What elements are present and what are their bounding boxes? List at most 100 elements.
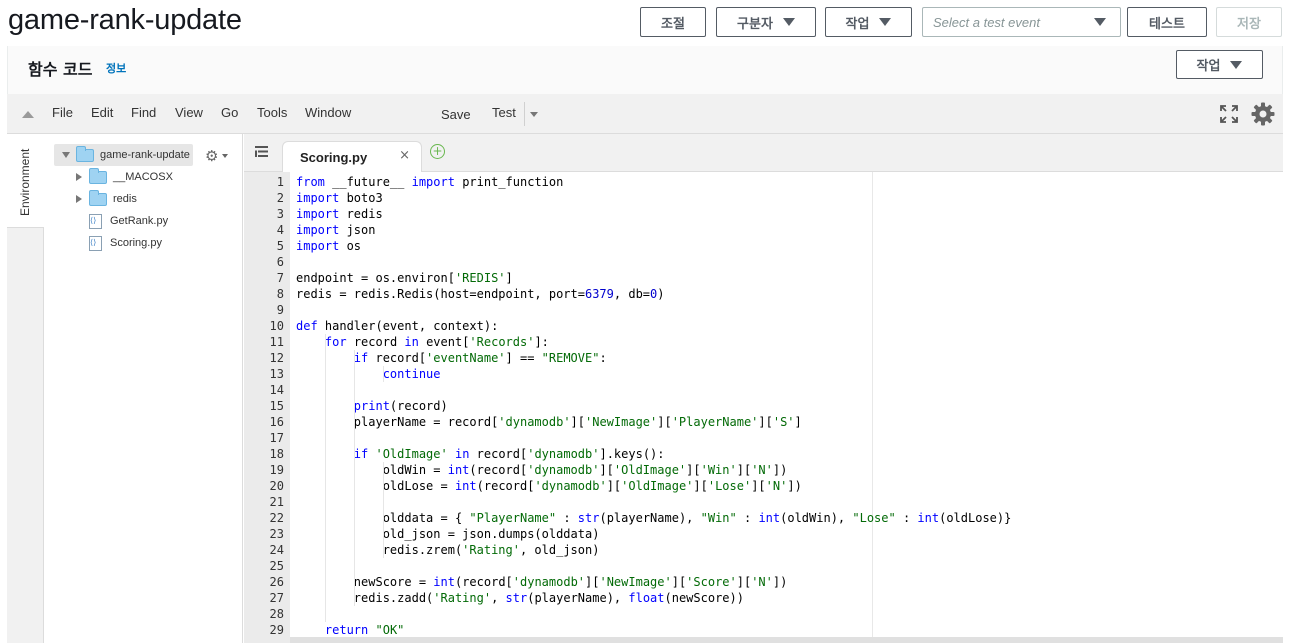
qualifiers-dropdown[interactable]: 구분자 xyxy=(716,7,816,37)
line-number: 28 xyxy=(269,607,284,621)
folder-icon xyxy=(76,145,94,162)
collapsed-arrow-icon[interactable] xyxy=(76,173,82,181)
menu-find[interactable]: Find xyxy=(131,105,156,120)
qualifiers-label: 구분자 xyxy=(737,16,773,32)
code-line[interactable]: continue xyxy=(296,366,441,382)
page-header: game-rank-update 조절 구분자 작업 Select a test… xyxy=(0,0,1289,46)
line-number-gutter: 1 2 3 4 5 6 7 8 9 10 11 12 13 14 15 16 17 18 19 20 21 22 23 24 2… xyxy=(244,172,290,643)
menu-view[interactable]: View xyxy=(175,105,203,120)
line-number: 12 xyxy=(269,351,284,365)
menu-go[interactable]: Go xyxy=(221,105,238,120)
line-number: 6 xyxy=(276,255,284,269)
code-line[interactable]: redis.zadd('Rating', str(playerName), fl… xyxy=(296,590,744,606)
menu-save[interactable]: Save xyxy=(441,107,471,122)
line-number: 7 xyxy=(276,271,284,285)
line-number: 18 xyxy=(269,447,284,461)
tree-item-label: game-rank-update xyxy=(100,149,190,161)
line-number: 13 xyxy=(269,367,284,381)
throttle-button-label: 조절 xyxy=(661,16,685,32)
code-line[interactable]: endpoint = os.environ['REDIS'] xyxy=(296,270,513,286)
menu-tools[interactable]: Tools xyxy=(257,105,287,120)
tree-item-redis[interactable]: redis xyxy=(76,188,137,210)
line-number: 24 xyxy=(269,543,284,557)
tree-item-root[interactable]: game-rank-update xyxy=(62,144,190,166)
code-line[interactable]: import json xyxy=(296,222,375,238)
tab-list-icon[interactable] xyxy=(255,146,268,157)
test-button-label: 테스트 xyxy=(1149,16,1185,32)
code-line[interactable]: import redis xyxy=(296,206,383,222)
line-number: 20 xyxy=(269,479,284,493)
line-number: 4 xyxy=(276,223,284,237)
test-button[interactable]: 테스트 xyxy=(1127,7,1207,37)
expanded-arrow-icon[interactable] xyxy=(62,152,70,158)
editor-tab-scoring[interactable]: Scoring.py × xyxy=(282,141,422,172)
test-options-caret-icon[interactable] xyxy=(530,112,538,117)
save-button[interactable]: 저장 xyxy=(1216,7,1282,37)
line-number: 29 xyxy=(269,623,284,637)
collapsed-arrow-icon[interactable] xyxy=(76,195,82,203)
line-number: 22 xyxy=(269,511,284,525)
function-code-section: 함수 코드 정보 작업 xyxy=(7,46,1283,94)
actions-label: 작업 xyxy=(845,16,870,32)
line-number: 27 xyxy=(269,591,284,605)
tree-item-getrank[interactable]: GetRank.py xyxy=(89,210,168,232)
code-editor[interactable]: 1 2 3 4 5 6 7 8 9 10 11 12 13 14 15 16 17 18 19 20 21 22 23 24 2… xyxy=(244,172,1283,643)
code-line[interactable]: def handler(event, context): xyxy=(296,318,498,334)
code-line[interactable]: print(record) xyxy=(296,398,448,414)
code-line[interactable]: from __future__ import print_function xyxy=(296,174,563,190)
close-icon[interactable]: × xyxy=(399,148,410,163)
menu-window[interactable]: Window xyxy=(305,105,351,120)
throttle-button[interactable]: 조절 xyxy=(640,7,706,37)
test-event-placeholder: Select a test event xyxy=(933,14,1040,30)
line-number: 3 xyxy=(276,207,284,221)
file-tree: game-rank-update ⚙ __MACOSX redis GetRan… xyxy=(44,134,243,643)
actions-dropdown[interactable]: 작업 xyxy=(825,7,912,37)
caret-down-icon xyxy=(1094,18,1106,26)
code-line[interactable]: oldWin = int(record['dynamodb']['OldImag… xyxy=(296,462,788,478)
collapse-menu-icon[interactable] xyxy=(22,111,34,118)
tree-item-label: __MACOSX xyxy=(113,171,173,183)
line-number: 1 xyxy=(276,175,284,189)
code-line[interactable]: if 'OldImage' in record['dynamodb'].keys… xyxy=(296,446,665,462)
code-line[interactable]: if record['eventName'] == "REMOVE": xyxy=(296,350,607,366)
gear-icon[interactable] xyxy=(1251,102,1275,126)
tree-item-label: Scoring.py xyxy=(110,237,162,249)
print-margin xyxy=(872,172,873,643)
horizontal-scrollbar[interactable] xyxy=(290,637,1283,643)
code-line[interactable]: newScore = int(record['dynamodb']['NewIm… xyxy=(296,574,788,590)
code-line[interactable]: redis = redis.Redis(host=endpoint, port=… xyxy=(296,286,664,302)
menu-edit[interactable]: Edit xyxy=(91,105,113,120)
code-line[interactable]: olddata = { "PlayerName" : str(playerNam… xyxy=(296,510,1012,526)
menu-test[interactable]: Test xyxy=(492,105,516,120)
code-line[interactable]: for record in event['Records']: xyxy=(296,334,549,350)
code-line[interactable]: import boto3 xyxy=(296,190,383,206)
fullscreen-icon[interactable] xyxy=(1219,104,1239,124)
section-actions-dropdown[interactable]: 작업 xyxy=(1176,50,1263,79)
tree-settings-gear-icon[interactable]: ⚙ xyxy=(205,147,218,165)
code-line[interactable]: playerName = record['dynamodb']['NewImag… xyxy=(296,414,802,430)
line-number: 23 xyxy=(269,527,284,541)
caret-down-icon[interactable] xyxy=(222,154,228,158)
test-event-select[interactable]: Select a test event xyxy=(922,7,1121,37)
line-number: 14 xyxy=(269,383,284,397)
code-line[interactable]: old_json = json.dumps(olddata) xyxy=(296,526,600,542)
tree-item-macosx[interactable]: __MACOSX xyxy=(76,166,173,188)
environment-tab[interactable]: Environment xyxy=(7,134,44,228)
editor-tab-label: Scoring.py xyxy=(300,150,368,165)
code-line[interactable]: return "OK" xyxy=(296,622,405,638)
indent-guide xyxy=(353,350,355,606)
code-line[interactable]: oldLose = int(record['dynamodb']['OldIma… xyxy=(296,478,802,494)
menu-file[interactable]: File xyxy=(52,105,73,120)
line-number: 11 xyxy=(269,335,284,349)
line-number: 5 xyxy=(276,239,284,253)
add-tab-icon[interactable]: + xyxy=(430,144,445,159)
line-number: 21 xyxy=(269,495,284,509)
code-line[interactable]: redis.zrem('Rating', old_json) xyxy=(296,542,600,558)
info-link[interactable]: 정보 xyxy=(106,60,126,76)
save-button-label: 저장 xyxy=(1237,16,1261,32)
line-number: 8 xyxy=(276,287,284,301)
code-line[interactable]: import os xyxy=(296,238,361,254)
line-number: 17 xyxy=(269,431,284,445)
editor-tab-bar: Scoring.py × + xyxy=(244,134,1283,172)
tree-item-scoring[interactable]: Scoring.py xyxy=(89,232,162,254)
